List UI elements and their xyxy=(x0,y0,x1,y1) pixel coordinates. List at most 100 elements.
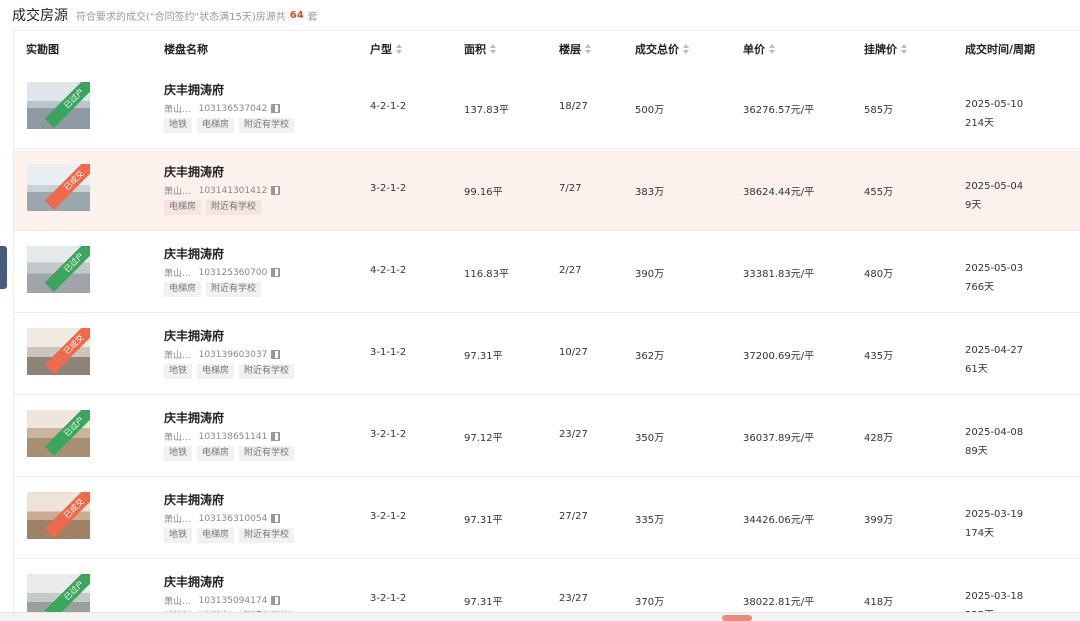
table-row[interactable]: 已过户 庆丰拥涛府萧山... 103138651141 地铁 电梯房 附近有学校 3-2-1… xyxy=(14,396,1080,477)
qr-code-icon[interactable] xyxy=(271,104,281,113)
listing-district: 萧山... xyxy=(164,269,191,279)
cell-unit-price: 34426.06元/平 xyxy=(743,515,815,526)
listing-meta: 萧山... 103139603037 xyxy=(164,348,281,361)
cell-list-price: 428万 xyxy=(864,433,894,444)
feature-tag: 地铁 xyxy=(164,364,193,379)
qr-code-icon[interactable] xyxy=(271,514,281,523)
qr-code-icon[interactable] xyxy=(271,350,281,359)
listing-meta: 萧山... 103135094174 xyxy=(164,594,281,607)
cell-total-price: 383万 xyxy=(635,187,665,198)
cell-list-price: 418万 xyxy=(864,597,894,608)
listing-name[interactable]: 庆丰拥涛府 xyxy=(164,409,224,426)
listing-tags: 地铁电梯房附近有学校 xyxy=(164,446,299,461)
listing-tags: 地铁电梯房附近有学校 xyxy=(164,118,299,133)
listing-id: 103138651141 xyxy=(198,431,268,442)
listing-id: 103135094174 xyxy=(198,595,268,606)
column-header-area[interactable]: 面积 xyxy=(464,31,497,68)
table-row[interactable]: 已成交 庆丰拥涛府 萧山... 103136310054 地铁 电梯房 附近有学校 3-2-1… xyxy=(14,478,1080,559)
listing-district: 萧山... xyxy=(164,105,191,115)
sort-icon[interactable] xyxy=(768,44,776,54)
cell-floor: 10/27 xyxy=(559,347,588,358)
table-row[interactable]: 已过户 庆丰拥涛府萧山... 103125360700 电梯房 附近有学校 4-2-1-2… xyxy=(14,232,1080,313)
feature-tag: 地铁 xyxy=(164,528,193,543)
listing-photo[interactable]: 已成交 xyxy=(27,164,90,211)
listing-meta: 萧山... 103125360700 xyxy=(164,266,281,279)
feature-tag: 附近有学校 xyxy=(239,446,295,461)
listing-photo[interactable]: 已过户 xyxy=(27,410,90,457)
table-row[interactable]: 已成交 庆丰拥涛府 萧山... 103141301412 电梯房 附近有学校 3-2-1-2… xyxy=(14,150,1080,231)
cell-floor: 23/27 xyxy=(559,429,588,440)
deal-date: 2025-05-10 xyxy=(965,99,1024,110)
listing-tags: 地铁电梯房附近有学校 xyxy=(164,528,299,543)
cell-layout: 3-2-1-2 xyxy=(370,593,407,604)
feature-tag: 电梯房 xyxy=(164,200,202,215)
column-header-floor[interactable]: 楼层 xyxy=(559,31,592,68)
page-title: 成交房源 xyxy=(12,8,68,24)
listing-id: 103136310054 xyxy=(198,513,268,524)
qr-code-icon[interactable] xyxy=(271,186,281,195)
cell-list-price: 455万 xyxy=(864,187,894,198)
listing-photo[interactable]: 已成交 xyxy=(27,492,90,539)
sort-icon[interactable] xyxy=(682,44,690,54)
sort-icon[interactable] xyxy=(584,44,592,54)
table-row[interactable]: 已成交 庆丰拥涛府 萧山... 103139603037 地铁 电梯房 附近有学校 3-1-1… xyxy=(14,314,1080,395)
sort-icon[interactable] xyxy=(395,44,403,54)
table-row[interactable]: 已过户 庆丰拥涛府 萧山... 103136537042 地铁 电梯房 附近有学校 4-2-1… xyxy=(14,68,1080,149)
page-header: 成交房源 符合要求的成交("合同签约"状态满15天)房源共 64 套 xyxy=(0,0,1080,30)
feature-tag: 地铁 xyxy=(164,118,193,133)
column-header-total-price[interactable]: 成交总价 xyxy=(635,31,690,68)
cell-layout: 3-2-1-2 xyxy=(370,183,407,194)
cell-area: 97.31平 xyxy=(464,515,503,526)
listing-photo[interactable]: 已过户 xyxy=(27,246,90,293)
cell-unit-price: 36276.57元/平 xyxy=(743,105,815,116)
listing-name[interactable]: 庆丰拥涛府 xyxy=(164,327,224,344)
deal-date: 2025-05-03 xyxy=(965,263,1024,274)
cell-floor: 2/27 xyxy=(559,265,582,276)
feature-tag: 电梯房 xyxy=(164,282,202,297)
deal-date: 2025-04-27 xyxy=(965,345,1024,356)
listing-name[interactable]: 庆丰拥涛府 xyxy=(164,81,224,98)
column-header-list-price[interactable]: 挂牌价 xyxy=(864,31,908,68)
cell-layout: 4-2-1-2 xyxy=(370,265,407,276)
feature-tag: 电梯房 xyxy=(197,446,235,461)
cell-total-price: 390万 xyxy=(635,269,665,280)
qr-code-icon[interactable] xyxy=(271,268,281,277)
deal-cycle: 214天 xyxy=(965,118,995,129)
column-header-deal-time: 成交时间/周期 xyxy=(965,43,1036,56)
side-collapse-tab[interactable] xyxy=(0,246,7,289)
listing-name[interactable]: 庆丰拥涛府 xyxy=(164,573,224,590)
listing-name[interactable]: 庆丰拥涛府 xyxy=(164,245,224,262)
listing-district: 萧山... xyxy=(164,433,191,443)
cell-list-price: 399万 xyxy=(864,515,894,526)
column-header-unit-price[interactable]: 单价 xyxy=(743,31,776,68)
listing-tags: 电梯房 附近有学校 xyxy=(164,282,266,297)
result-count: 64 xyxy=(289,9,304,21)
sort-icon[interactable] xyxy=(489,44,497,54)
listing-name[interactable]: 庆丰拥涛府 xyxy=(164,491,224,508)
listing-photo[interactable]: 已成交 xyxy=(27,328,90,375)
table-header: 实勘图 楼盘名称 户型 面积 楼层 成交总价 单价 挂牌价 成交时间/周期 xyxy=(14,31,1080,68)
qr-code-icon[interactable] xyxy=(271,596,281,605)
cell-list-price: 585万 xyxy=(864,105,894,116)
bottom-bar xyxy=(0,612,1080,621)
listing-photo[interactable]: 已过户 xyxy=(27,82,90,129)
deal-date: 2025-05-04 xyxy=(965,181,1024,192)
listing-meta: 萧山... 103136537042 xyxy=(164,102,281,115)
cell-unit-price: 36037.89元/平 xyxy=(743,433,815,444)
listing-name[interactable]: 庆丰拥涛府 xyxy=(164,163,224,180)
deal-cycle: 89天 xyxy=(965,446,988,457)
deal-cycle: 61天 xyxy=(965,364,988,375)
bottom-indicator xyxy=(722,615,752,621)
cell-unit-price: 38624.44元/平 xyxy=(743,187,815,198)
column-header-layout[interactable]: 户型 xyxy=(370,31,403,68)
qr-code-icon[interactable] xyxy=(271,432,281,441)
sort-icon[interactable] xyxy=(900,44,908,54)
deal-date: 2025-03-19 xyxy=(965,509,1024,520)
cell-unit-price: 37200.69元/平 xyxy=(743,351,815,362)
cell-floor: 23/27 xyxy=(559,593,588,604)
cell-layout: 3-2-1-2 xyxy=(370,429,407,440)
cell-floor: 18/27 xyxy=(559,101,588,112)
deal-listings-table: 实勘图 楼盘名称 户型 面积 楼层 成交总价 单价 挂牌价 成交时间/周期 已过… xyxy=(13,30,1080,621)
cell-list-price: 435万 xyxy=(864,351,894,362)
cell-layout: 3-1-1-2 xyxy=(370,347,407,358)
